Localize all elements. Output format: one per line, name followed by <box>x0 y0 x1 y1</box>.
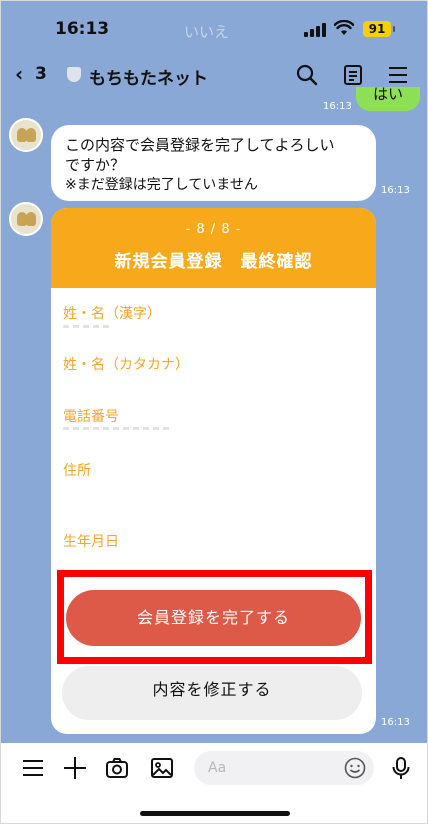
confirm-note: ※まだ登録は完了していません <box>65 177 258 193</box>
message-time: 16:13 <box>381 185 410 196</box>
home-indicator[interactable] <box>140 811 290 816</box>
bot-avatar[interactable] <box>9 118 43 152</box>
message-time: 16:13 <box>381 717 410 728</box>
status-time: 16:13 <box>55 19 110 39</box>
field-name-kanji: 姓・名（漢字） <box>63 306 161 322</box>
field-address: 住所 <box>63 463 91 479</box>
menu-icon[interactable] <box>21 756 45 780</box>
notes-icon[interactable] <box>341 63 365 87</box>
field-phone: 電話番号 <box>63 409 119 425</box>
bot-avatar[interactable] <box>9 202 43 236</box>
microphone-icon[interactable] <box>389 756 413 780</box>
back-chevron-icon[interactable]: ‹ <box>15 62 23 86</box>
unread-count[interactable]: 3 <box>35 64 47 84</box>
shield-icon <box>67 67 81 82</box>
battery-icon: 91 <box>363 21 395 37</box>
edit-content-button[interactable]: 内容を修正する <box>62 666 362 720</box>
chat-title: もちもたネット <box>89 69 208 89</box>
redacted-value <box>63 325 111 328</box>
step-indicator: - 8 / 8 - <box>185 222 242 237</box>
field-name-katakana: 姓・名（カタカナ） <box>63 357 189 373</box>
confirm-message-bubble: この内容で会員登録を完了してよろしい ですか？ ※まだ登録は完了していません <box>51 125 376 201</box>
status-faded-text: いいえ <box>184 23 230 41</box>
camera-icon[interactable] <box>105 756 129 780</box>
cellular-signal-icon <box>304 23 326 37</box>
message-time: 16:13 <box>323 101 352 112</box>
screen: 16:13 いいえ 91 ‹ 3 もちもたネット はい 16:13 この内容で会… <box>0 0 428 824</box>
field-birthdate: 生年月日 <box>63 534 119 550</box>
search-icon[interactable] <box>295 63 319 87</box>
emoji-icon[interactable] <box>344 757 366 779</box>
my-message-bubble: はい <box>356 87 420 111</box>
message-input-bar <box>1 743 427 793</box>
redacted-value <box>63 427 173 430</box>
menu-icon[interactable] <box>386 63 410 87</box>
status-bar: 16:13 いいえ 91 <box>1 1 427 53</box>
complete-registration-button[interactable]: 会員登録を完了する <box>66 590 361 646</box>
card-header: - 8 / 8 - 新規会員登録 最終確認 <box>51 208 376 288</box>
confirm-line-1: この内容で会員登録を完了してよろしい <box>65 136 335 154</box>
plus-icon[interactable] <box>63 756 87 780</box>
confirm-line-2: ですか？ <box>65 156 126 174</box>
card-title: 新規会員登録 最終確認 <box>114 252 313 272</box>
image-icon[interactable] <box>150 756 174 780</box>
wifi-icon <box>334 20 354 35</box>
